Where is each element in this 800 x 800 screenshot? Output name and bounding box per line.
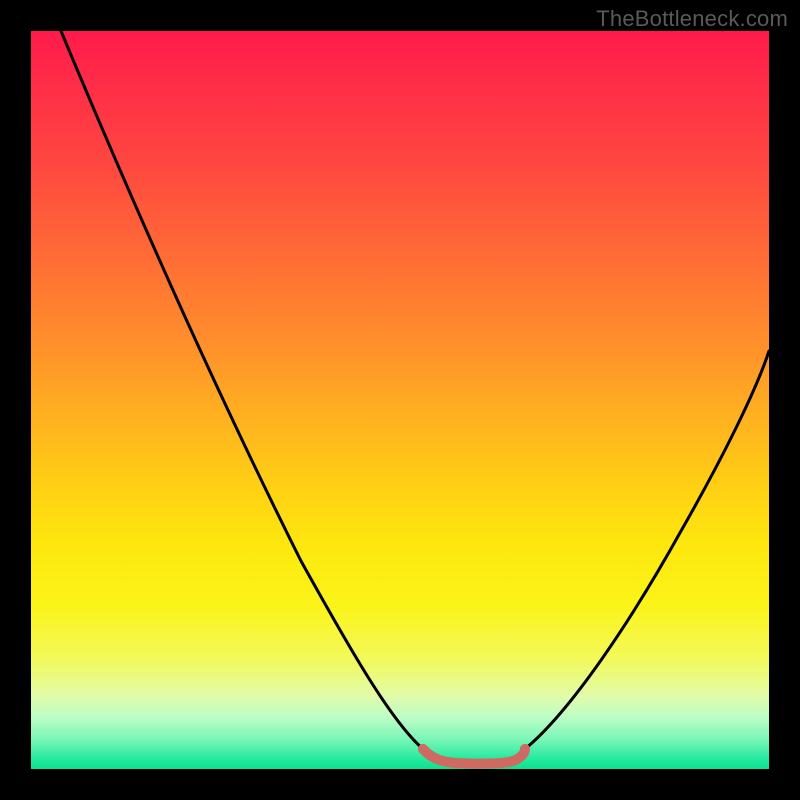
trough-highlight (423, 749, 525, 764)
curve-layer (31, 31, 769, 769)
chart-stage: TheBottleneck.com (0, 0, 800, 800)
plot-area (31, 31, 769, 769)
left-curve (61, 31, 423, 749)
trough-end-right (520, 744, 530, 754)
watermark-text: TheBottleneck.com (596, 6, 788, 32)
right-curve (525, 351, 769, 749)
trough-end-left (418, 744, 428, 754)
